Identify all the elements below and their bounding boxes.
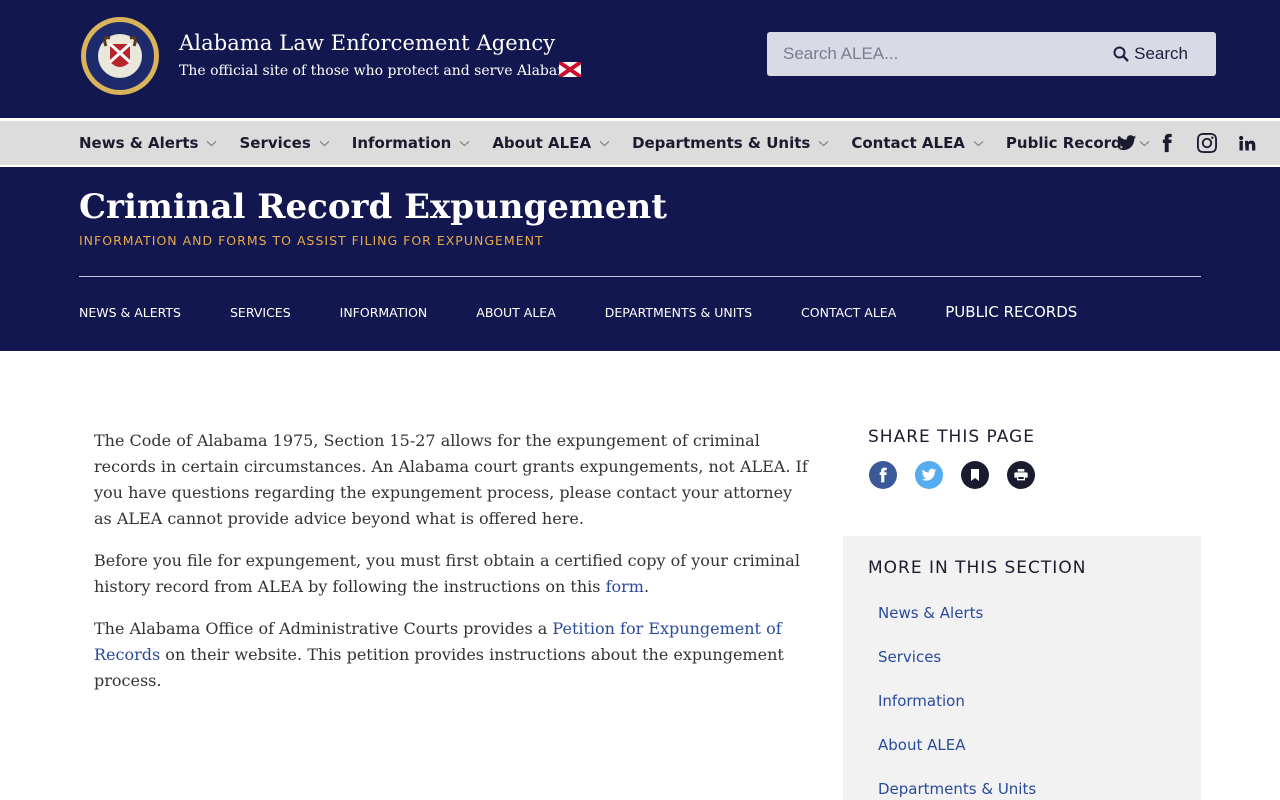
- print-icon[interactable]: [1007, 461, 1035, 489]
- sub-nav-information[interactable]: INFORMATION: [340, 305, 428, 320]
- more-link-departments-units[interactable]: Departments & Units: [878, 780, 1036, 800]
- nav-item-label: Services: [239, 134, 311, 152]
- nav-item-contact-alea[interactable]: Contact ALEA: [851, 134, 984, 152]
- chevron-down-icon: [319, 140, 330, 146]
- chevron-down-icon: [973, 140, 984, 146]
- sub-nav-about-alea[interactable]: ABOUT ALEA: [476, 305, 555, 320]
- alabama-flag-icon: [559, 62, 581, 77]
- main-content: The Code of Alabama 1975, Section 15-27 …: [94, 428, 809, 710]
- nav-item-label: News & Alerts: [79, 134, 199, 152]
- more-link-news-alerts[interactable]: News & Alerts: [878, 604, 1036, 648]
- page-subtitle: INFORMATION AND FORMS TO ASSIST FILING F…: [79, 233, 544, 248]
- nav-item-departments-units[interactable]: Departments & Units: [632, 134, 829, 152]
- linkedin-icon[interactable]: [1236, 132, 1258, 154]
- more-in-section: MORE IN THIS SECTION News & Alerts Servi…: [843, 536, 1201, 800]
- bookmark-icon[interactable]: [961, 461, 989, 489]
- facebook-icon[interactable]: [869, 461, 897, 489]
- site-header: Alabama Law Enforcement Agency The offic…: [0, 0, 1280, 118]
- sub-nav-public-records[interactable]: PUBLIC RECORDS: [945, 303, 1077, 321]
- agency-tagline: The official site of those who protect a…: [179, 63, 579, 79]
- more-section-title: MORE IN THIS SECTION: [868, 558, 1087, 578]
- twitter-icon[interactable]: [1116, 132, 1138, 154]
- nav-item-about-alea[interactable]: About ALEA: [492, 134, 610, 152]
- form-link[interactable]: form: [606, 577, 644, 596]
- banner-sub-nav: NEWS & ALERTS SERVICES INFORMATION ABOUT…: [79, 303, 1077, 321]
- share-icons: [869, 461, 1035, 489]
- nav-item-services[interactable]: Services: [239, 134, 330, 152]
- chevron-down-icon: [599, 140, 610, 146]
- nav-item-information[interactable]: Information: [352, 134, 471, 152]
- sub-nav-contact-alea[interactable]: CONTACT ALEA: [801, 305, 896, 320]
- content-paragraph: The Alabama Office of Administrative Cou…: [94, 619, 784, 690]
- page-banner: Criminal Record Expungement INFORMATION …: [0, 167, 1280, 351]
- page-title: Criminal Record Expungement: [79, 187, 667, 227]
- content-paragraph: The Code of Alabama 1975, Section 15-27 …: [94, 431, 808, 528]
- sub-nav-services[interactable]: SERVICES: [230, 305, 291, 320]
- nav-item-label: Departments & Units: [632, 134, 811, 152]
- nav-item-news-alerts[interactable]: News & Alerts: [79, 134, 217, 152]
- search-button[interactable]: Search: [1113, 32, 1188, 76]
- more-section-list: News & Alerts Services Information About…: [878, 604, 1036, 800]
- chevron-down-icon: [459, 140, 470, 146]
- nav-item-label: Contact ALEA: [851, 134, 965, 152]
- more-link-services[interactable]: Services: [878, 648, 1036, 692]
- search-button-label: Search: [1134, 44, 1188, 63]
- search-box: Search: [767, 32, 1216, 76]
- main-nav: News & Alerts Services Information About…: [0, 118, 1280, 167]
- more-link-information[interactable]: Information: [878, 692, 1036, 736]
- instagram-icon[interactable]: [1196, 132, 1218, 154]
- sub-nav-departments-units[interactable]: DEPARTMENTS & UNITS: [605, 305, 752, 320]
- content-paragraph: Before you file for expungement, you mus…: [94, 551, 800, 596]
- nav-item-label: About ALEA: [492, 134, 592, 152]
- search-input[interactable]: [783, 32, 1103, 76]
- nav-item-label: Public Records: [1005, 134, 1131, 152]
- agency-name[interactable]: Alabama Law Enforcement Agency: [179, 31, 555, 55]
- facebook-icon[interactable]: [1156, 132, 1178, 154]
- social-links: [1116, 121, 1258, 165]
- sub-nav-news-alerts[interactable]: NEWS & ALERTS: [79, 305, 181, 320]
- share-title: SHARE THIS PAGE: [868, 427, 1035, 447]
- twitter-icon[interactable]: [915, 461, 943, 489]
- nav-item-label: Information: [351, 134, 452, 152]
- banner-divider: [79, 276, 1201, 277]
- chevron-down-icon: [818, 140, 829, 146]
- chevron-down-icon: [207, 140, 217, 146]
- search-icon: [1113, 46, 1129, 62]
- more-link-about-alea[interactable]: About ALEA: [878, 736, 1036, 780]
- state-seal-icon[interactable]: [80, 16, 160, 96]
